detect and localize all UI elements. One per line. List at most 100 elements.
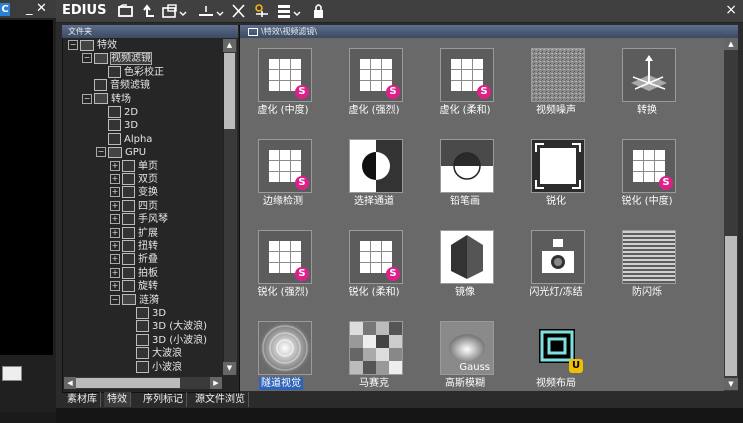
- scroll-left-icon[interactable]: ◀: [64, 377, 76, 389]
- effect-item[interactable]: S 虚化 (中度): [242, 40, 324, 128]
- tree-node[interactable]: + 扩展: [110, 226, 158, 240]
- effect-grid: S 虚化 (中度) S 虚化 (强烈) S 虚化 (柔和) 视频噪声 转换 S 边缘检测 选择通道 铅…: [240, 38, 724, 391]
- effect-scroll-up-icon[interactable]: ▲: [724, 38, 738, 50]
- new-folder-icon[interactable]: [160, 2, 188, 20]
- tree-node[interactable]: + 扭转: [110, 240, 158, 253]
- close-icon[interactable]: ✕: [36, 1, 47, 17]
- tree-node[interactable]: + 四页: [110, 199, 158, 213]
- effect-item[interactable]: U 视频布局: [515, 313, 597, 401]
- effect-category-icon: [122, 240, 135, 252]
- tree-node[interactable]: 2D: [96, 106, 138, 119]
- tree-node[interactable]: 大波浪: [124, 347, 182, 360]
- tree-node[interactable]: − 涟漪: [110, 294, 159, 307]
- effect-item[interactable]: 选择通道: [333, 131, 415, 219]
- collapse-icon[interactable]: −: [68, 40, 78, 50]
- folder-view-icon[interactable]: [116, 2, 136, 20]
- scroll-right-icon[interactable]: ▶: [210, 377, 222, 389]
- delete-icon[interactable]: [229, 2, 249, 20]
- tab-sequence-markers[interactable]: 序列标记: [140, 392, 187, 407]
- effect-category-icon: [122, 266, 135, 279]
- tree-node[interactable]: Alpha: [96, 132, 152, 146]
- effect-category-icon: [108, 119, 121, 132]
- tab-source-browser[interactable]: 源文件浏览: [192, 392, 249, 407]
- lock-icon[interactable]: [309, 2, 329, 20]
- tab-effects[interactable]: 特效: [104, 392, 131, 407]
- tree-node[interactable]: 3D (大波浪): [124, 320, 207, 333]
- import-icon[interactable]: [195, 2, 225, 20]
- effect-item[interactable]: S 边缘检测: [242, 131, 324, 219]
- tree-node[interactable]: + 变换: [110, 186, 158, 199]
- expand-icon[interactable]: +: [110, 254, 120, 265]
- tree-node[interactable]: + 旋转: [110, 280, 158, 293]
- effect-item[interactable]: S 锐化 (中度): [606, 131, 688, 219]
- tree-node[interactable]: 3D: [124, 307, 166, 320]
- effect-item[interactable]: 铅笔画: [424, 131, 506, 219]
- tree-node[interactable]: − 特效: [68, 39, 117, 52]
- expand-icon[interactable]: +: [110, 214, 120, 225]
- effect-label: 边缘检测: [263, 196, 303, 207]
- noise-icon: [531, 48, 585, 102]
- folder-vertical-scroll-thumb[interactable]: [224, 53, 235, 129]
- effect-item[interactable]: S 虚化 (强烈): [333, 40, 415, 128]
- pencil-sketch-icon: [440, 139, 494, 193]
- scroll-up-icon[interactable]: ▲: [223, 39, 236, 52]
- up-folder-icon[interactable]: [139, 2, 159, 20]
- effect-item[interactable]: 防闪烁: [606, 222, 688, 310]
- tree-node[interactable]: 小波浪: [124, 360, 182, 374]
- effect-item[interactable]: 视频噪声: [515, 40, 597, 128]
- grid-icon: S: [258, 139, 312, 193]
- tree-node[interactable]: + 拍板: [110, 266, 158, 280]
- expand-icon[interactable]: +: [110, 227, 120, 238]
- effect-item[interactable]: S 锐化 (柔和): [333, 222, 415, 310]
- folder-icon: [80, 39, 94, 51]
- close-window-icon[interactable]: ×: [725, 1, 737, 19]
- tree-node[interactable]: − 转场: [82, 93, 131, 106]
- collapse-icon[interactable]: −: [82, 53, 92, 64]
- effect-label: 锐化: [546, 196, 566, 207]
- collapse-icon[interactable]: −: [82, 93, 92, 104]
- effect-scroll-thumb[interactable]: [725, 236, 737, 376]
- effect-label: 镜像: [455, 287, 475, 298]
- effect-item[interactable]: 隧道视觉: [242, 313, 324, 401]
- tree-node[interactable]: + 双页: [110, 173, 158, 186]
- expand-icon[interactable]: +: [110, 267, 120, 278]
- tree-node[interactable]: − 视频滤镜: [82, 52, 152, 66]
- expand-icon[interactable]: +: [110, 200, 120, 211]
- effect-scroll-down-icon[interactable]: ▼: [724, 378, 738, 390]
- player-slider-handle[interactable]: [2, 366, 22, 381]
- expand-icon[interactable]: +: [110, 241, 120, 251]
- effect-item[interactable]: Gauss 高斯模糊: [424, 313, 506, 401]
- effect-item[interactable]: 闪光灯/冻结: [515, 222, 597, 310]
- scroll-down-icon[interactable]: ▼: [223, 362, 236, 375]
- expand-icon[interactable]: +: [110, 281, 120, 292]
- effect-item[interactable]: 镜像: [424, 222, 506, 310]
- tree-node[interactable]: + 单页: [110, 159, 158, 173]
- tree-node[interactable]: 音频滤镜: [82, 79, 150, 92]
- view-mode-icon[interactable]: [275, 2, 303, 20]
- effect-item[interactable]: 锐化: [515, 131, 597, 219]
- tree-node-label: 手风琴: [138, 214, 168, 226]
- tree-node[interactable]: 3D (小波浪): [124, 333, 207, 347]
- tab-bin[interactable]: 素材库: [64, 392, 101, 407]
- effect-item[interactable]: 转换: [606, 40, 688, 128]
- effect-label: 锐化 (柔和): [348, 287, 400, 298]
- effect-properties-icon[interactable]: [252, 2, 272, 20]
- collapse-icon[interactable]: −: [110, 294, 120, 305]
- tree-node[interactable]: 色彩校正: [96, 65, 164, 79]
- effect-item[interactable]: 马赛克: [333, 313, 415, 401]
- folder-horizontal-scroll-thumb[interactable]: [76, 378, 180, 388]
- effect-item[interactable]: S 锐化 (强烈): [242, 222, 324, 310]
- tree-node[interactable]: 3D: [96, 119, 138, 132]
- tree-node[interactable]: − GPU: [96, 146, 146, 159]
- tree-node[interactable]: + 手风琴: [110, 213, 168, 226]
- expand-icon[interactable]: +: [110, 160, 120, 171]
- effect-item[interactable]: S 虚化 (柔和): [424, 40, 506, 128]
- effect-label: 马赛克: [359, 378, 389, 389]
- collapse-icon[interactable]: −: [96, 147, 106, 158]
- effect-label: 视频噪声: [536, 105, 576, 116]
- effect-category-icon: [122, 213, 135, 226]
- expand-icon[interactable]: +: [110, 187, 120, 198]
- expand-icon[interactable]: +: [110, 174, 120, 184]
- tree-node[interactable]: + 折叠: [110, 253, 158, 266]
- minimize-icon[interactable]: _: [26, 1, 33, 17]
